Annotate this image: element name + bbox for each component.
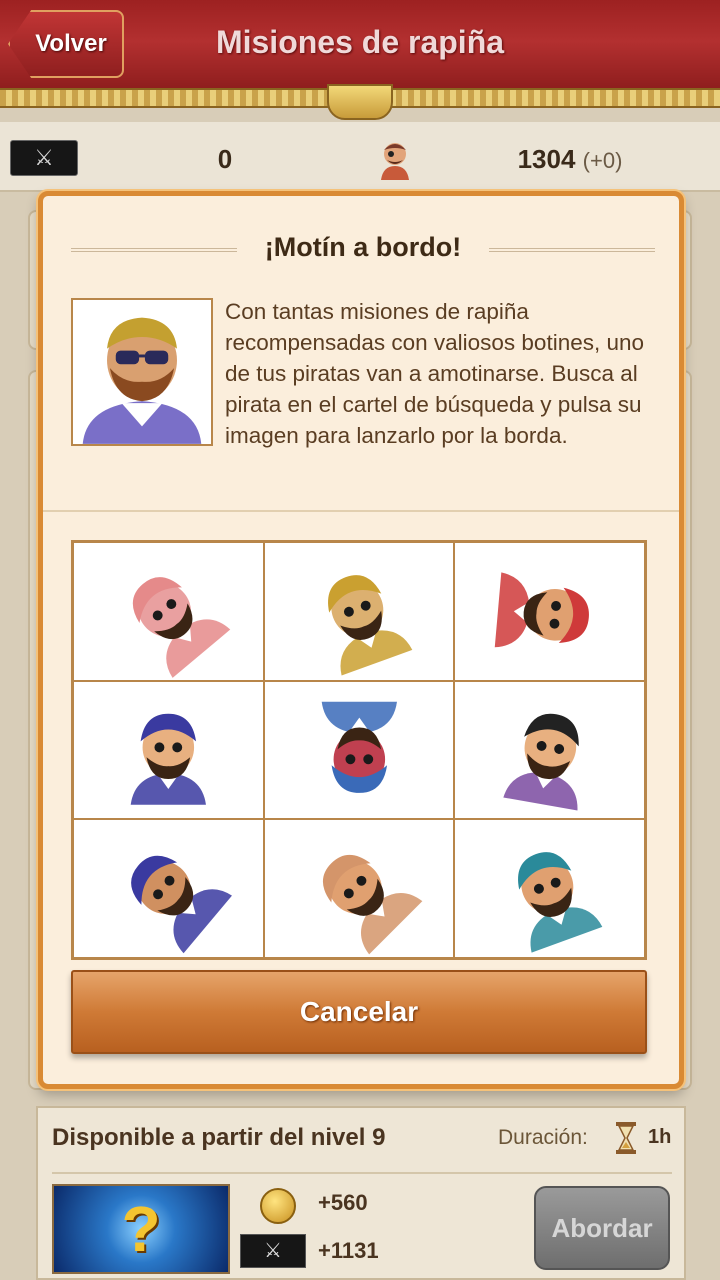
pirate-face-icon <box>503 713 580 811</box>
pirate-face-icon <box>322 855 423 955</box>
pirate-face-icon <box>518 852 603 953</box>
pirate-face-icon <box>495 572 590 648</box>
pirate-face-icon <box>130 713 206 805</box>
mystery-reward-image: ? <box>52 1184 230 1274</box>
wanted-poster-grid <box>71 540 647 960</box>
reward-gold-value: +560 <box>318 1190 368 1215</box>
duration-value: 1h <box>648 1126 672 1148</box>
dialog-text-body: Con tantas misiones de rapiña recompensa… <box>225 299 645 448</box>
pirate-face-icon <box>131 856 232 954</box>
stats-bar: ⚔ 0 1304 (+0) <box>0 122 720 192</box>
duration-label: Duración: <box>498 1126 588 1149</box>
gold-coin-icon <box>260 1188 296 1224</box>
header-ornament <box>327 84 393 120</box>
back-button[interactable]: Volver <box>8 10 124 78</box>
board-button[interactable]: Abordar <box>534 1186 670 1270</box>
pirate-face-icon <box>327 575 412 676</box>
dialog-text: Con tantas misiones de rapiña recompensa… <box>71 296 661 451</box>
pirate-cell[interactable] <box>454 680 645 820</box>
pirate-face-icon <box>321 701 397 793</box>
dialog-title: ¡Motín a bordo! <box>264 232 462 262</box>
dialog-divider <box>43 510 679 512</box>
hourglass-icon <box>616 1122 636 1154</box>
score-value: 1304 <box>517 144 576 174</box>
pirate-cell[interactable] <box>73 819 264 958</box>
card-divider <box>52 1172 672 1174</box>
pirate-cell[interactable] <box>263 680 455 820</box>
pirate-cell[interactable] <box>73 680 264 820</box>
score-display: 1304 (+0) <box>480 144 660 175</box>
header-bar: Volver Misiones de rapiña <box>0 0 720 92</box>
stat-left-value: 0 <box>217 144 233 174</box>
pirate-cell[interactable] <box>454 819 645 958</box>
pirate-face-icon <box>132 577 231 678</box>
pirate-cell[interactable] <box>263 542 455 681</box>
crossed-swords-icon: ⚔ <box>10 140 78 176</box>
mutiny-dialog: ¡Motín a bordo! Con tantas misiones de r… <box>38 191 684 1089</box>
cancel-button[interactable]: Cancelar <box>71 970 647 1054</box>
pirate-head-icon <box>381 143 409 180</box>
mission-card: Disponible a partir del nivel 9 Duración… <box>36 1106 686 1280</box>
reward-fame-value: +1131 <box>318 1238 379 1263</box>
dialog-title-row: ¡Motín a bordo! <box>71 232 655 268</box>
page-title: Misiones de rapiña <box>215 24 505 60</box>
pirate-cell[interactable] <box>73 542 264 681</box>
pirate-cell[interactable] <box>263 819 455 958</box>
pirate-cell[interactable] <box>454 542 645 681</box>
score-delta: (+0) <box>582 148 623 173</box>
crossed-swords-icon: ⚔ <box>240 1234 306 1268</box>
availability-text: Disponible a partir del nivel 9 <box>52 1124 386 1151</box>
